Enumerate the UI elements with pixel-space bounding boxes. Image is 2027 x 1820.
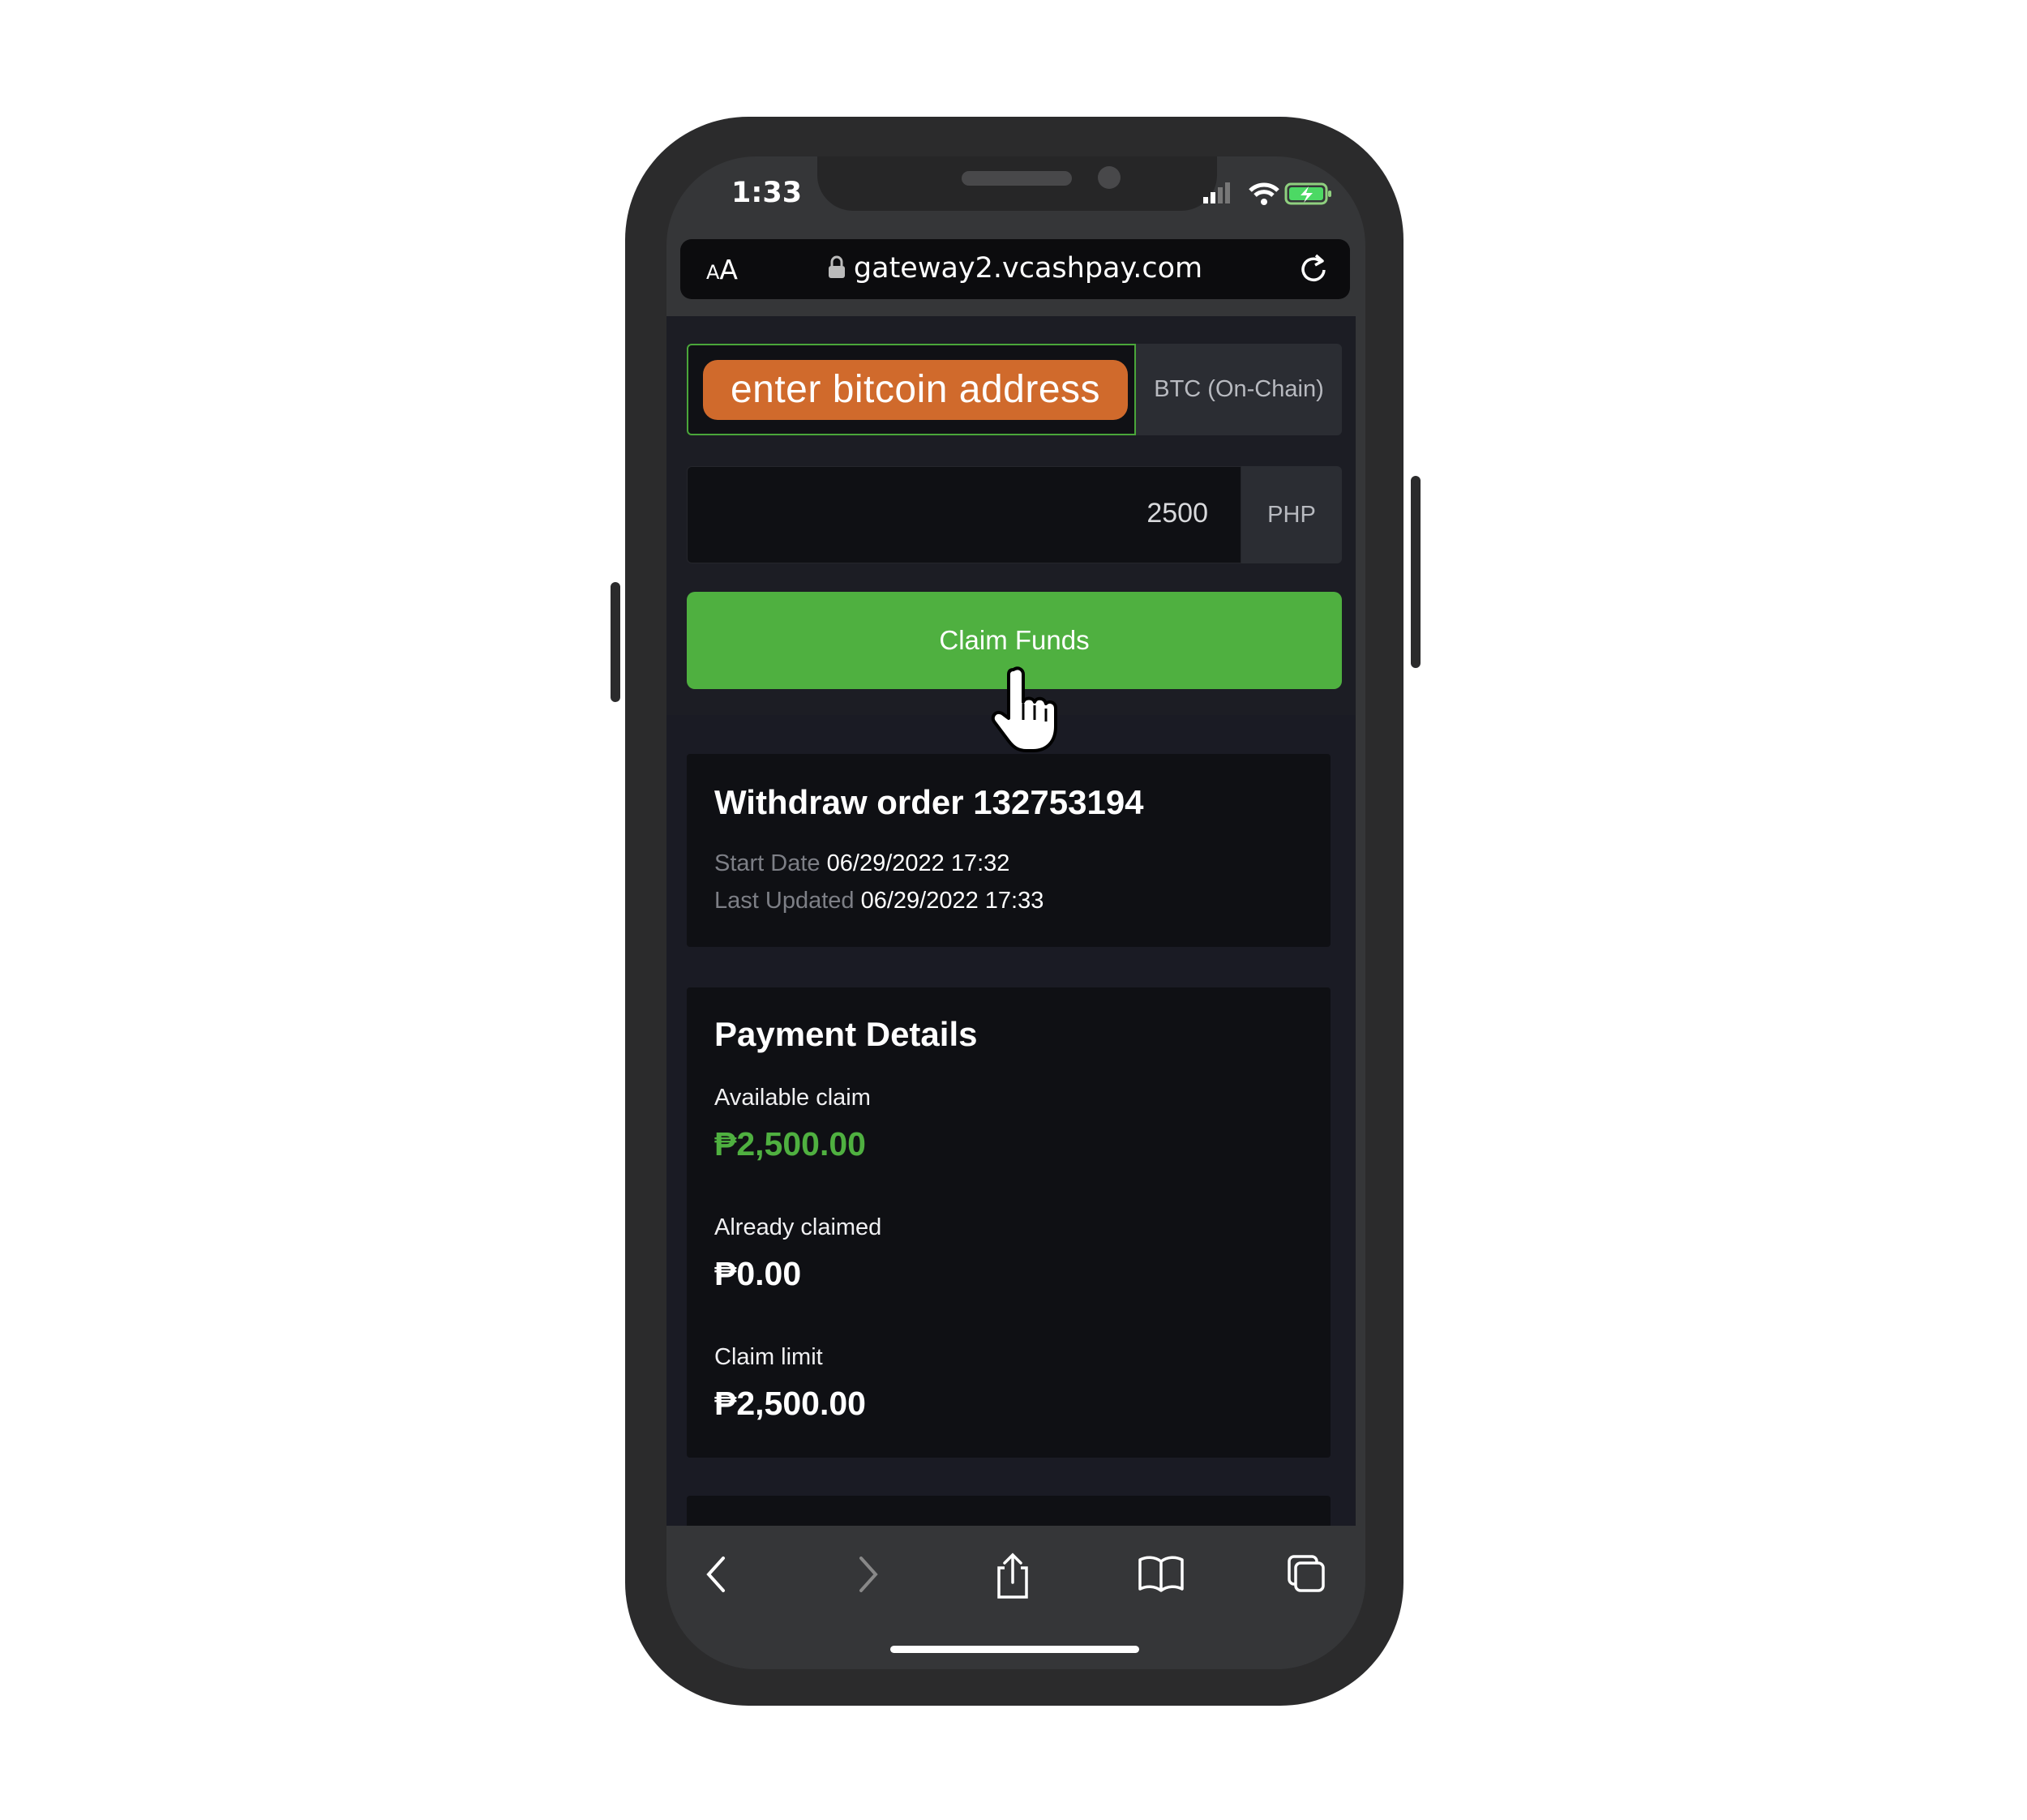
lock-icon xyxy=(828,255,845,278)
bookmarks-icon[interactable] xyxy=(1137,1550,1185,1599)
amount-input-group: 2500 PHP xyxy=(687,466,1342,563)
currency-label: PHP xyxy=(1241,466,1342,563)
forward-icon[interactable] xyxy=(850,1550,885,1599)
url-text: gateway2.vcashpay.com xyxy=(853,252,1203,285)
available-claim-value: ₱2,500.00 xyxy=(714,1125,866,1163)
already-claimed-value: ₱0.00 xyxy=(714,1255,802,1292)
start-date-row: Start Date 06/29/2022 17:32 xyxy=(714,850,1009,877)
withdraw-order-card: Withdraw order 132753194 Start Date 06/2… xyxy=(687,754,1331,947)
hand-cursor-icon xyxy=(991,666,1057,752)
phone-notch xyxy=(817,156,1217,211)
network-label: BTC (On-Chain) xyxy=(1136,344,1342,435)
already-claimed-label: Already claimed xyxy=(714,1214,882,1240)
front-camera xyxy=(1098,166,1121,189)
claim-limit-label: Claim limit xyxy=(714,1344,823,1370)
start-date-value: 06/29/2022 17:32 xyxy=(826,850,1010,876)
side-button-left xyxy=(611,582,620,702)
address-bar[interactable]: AA gateway2.vcashpay.com xyxy=(680,239,1350,299)
status-time: 1:33 xyxy=(731,177,803,209)
phone-screen: enter bitcoin address BTC (On-Chain) 250… xyxy=(666,156,1365,1669)
url-display[interactable]: gateway2.vcashpay.com xyxy=(680,252,1350,285)
wifi-icon xyxy=(1249,182,1279,205)
bitcoin-address-input-group: enter bitcoin address BTC (On-Chain) xyxy=(687,344,1342,435)
speaker-grille xyxy=(962,171,1072,186)
side-button-right xyxy=(1411,476,1421,668)
share-icon[interactable] xyxy=(991,1550,1035,1602)
battery-icon xyxy=(1284,182,1331,205)
payment-details-title: Payment Details xyxy=(714,1015,978,1053)
last-updated-row: Last Updated 06/29/2022 17:33 xyxy=(714,888,1043,914)
amount-value: 2500 xyxy=(1146,498,1208,529)
tabs-icon[interactable] xyxy=(1284,1550,1330,1599)
back-icon[interactable] xyxy=(699,1550,735,1599)
claim-limit-value: ₱2,500.00 xyxy=(714,1385,866,1422)
web-page: enter bitcoin address BTC (On-Chain) 250… xyxy=(666,316,1356,1544)
reload-icon[interactable] xyxy=(1298,252,1331,286)
status-icons xyxy=(1203,182,1331,205)
order-title: Withdraw order 132753194 xyxy=(714,783,1144,821)
address-hint-badge: enter bitcoin address xyxy=(703,360,1128,420)
start-date-label: Start Date xyxy=(714,850,821,876)
signal-icon xyxy=(1203,182,1230,203)
last-updated-value: 06/29/2022 17:33 xyxy=(860,888,1044,914)
bitcoin-address-input[interactable]: enter bitcoin address xyxy=(687,344,1136,435)
payment-details-card: Payment Details Available claim ₱2,500.0… xyxy=(687,987,1331,1458)
last-updated-label: Last Updated xyxy=(714,888,855,914)
home-indicator xyxy=(890,1646,1139,1653)
amount-input[interactable]: 2500 xyxy=(687,466,1241,563)
available-claim-label: Available claim xyxy=(714,1085,871,1111)
